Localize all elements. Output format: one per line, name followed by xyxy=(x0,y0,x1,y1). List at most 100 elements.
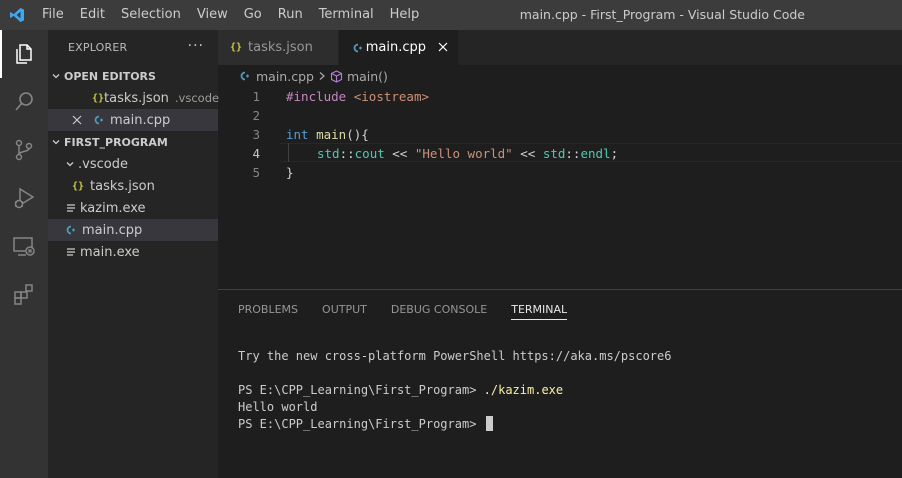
tab-label: main.cpp xyxy=(365,40,426,55)
code-line: 1 #include <iostream> xyxy=(218,87,902,106)
open-editor-label: main.cpp xyxy=(110,112,171,128)
cpp-file-icon xyxy=(92,114,110,126)
tree-item-label: main.exe xyxy=(80,244,140,260)
method-cube-icon xyxy=(330,69,343,83)
tree-item-vscode-folder[interactable]: .vscode xyxy=(48,153,218,175)
open-editor-desc: .vscode xyxy=(174,91,220,105)
namespace-token: std xyxy=(317,146,340,161)
terminal-line: Hello world xyxy=(238,400,318,414)
extensions-icon[interactable] xyxy=(0,270,48,318)
explorer-sidebar: EXPLORER ··· OPEN EDITORS {} tasks.json … xyxy=(48,30,220,478)
menu-help[interactable]: Help xyxy=(382,0,428,30)
tree-item-label: kazim.exe xyxy=(80,200,146,216)
title-bar: File Edit Selection View Go Run Terminal… xyxy=(0,0,902,30)
chevron-right-icon xyxy=(318,69,326,84)
terminal-line: Try the new cross-platform PowerShell ht… xyxy=(238,349,672,363)
punct-token: ; xyxy=(610,146,619,161)
code-line: 5 } xyxy=(218,163,902,182)
line-number: 4 xyxy=(252,146,260,161)
search-icon[interactable] xyxy=(0,78,48,126)
bottom-panel: PROBLEMS OUTPUT DEBUG CONSOLE TERMINAL T… xyxy=(218,289,902,478)
tab-main-cpp[interactable]: main.cpp xyxy=(339,30,459,65)
code-line: 2 xyxy=(218,106,902,125)
tab-label: tasks.json xyxy=(248,40,313,55)
chevron-down-icon xyxy=(48,71,64,81)
json-file-icon: {} xyxy=(72,180,85,192)
terminal-prompt: PS E:\CPP_Learning\First_Program> xyxy=(238,417,484,431)
more-actions-icon[interactable]: ··· xyxy=(188,38,204,54)
tree-item-label: .vscode xyxy=(78,156,128,172)
tab-output[interactable]: OUTPUT xyxy=(322,290,367,328)
breadcrumb-file[interactable]: main.cpp xyxy=(256,69,314,84)
identifier-token: cout xyxy=(354,146,385,161)
line-number: 3 xyxy=(252,127,260,142)
exe-file-icon xyxy=(66,203,80,213)
code-text: int main(){ xyxy=(286,127,369,142)
type-token: int xyxy=(286,127,309,142)
json-file-icon: {} xyxy=(92,92,105,104)
terminal-cursor xyxy=(485,416,493,431)
editor-tabs: {} tasks.json main.cpp xyxy=(218,30,902,65)
activity-bar xyxy=(0,30,48,478)
cpp-file-icon xyxy=(238,70,256,82)
line-number: 5 xyxy=(252,165,260,180)
tree-item-kazim-exe[interactable]: kazim.exe xyxy=(48,197,218,219)
tab-problems[interactable]: PROBLEMS xyxy=(238,290,298,328)
tab-tasks-json[interactable]: {} tasks.json xyxy=(218,30,339,65)
tree-item-main-exe[interactable]: main.exe xyxy=(48,241,218,263)
chevron-down-icon xyxy=(62,159,78,169)
folder-label: FIRST_PROGRAM xyxy=(64,135,168,149)
identifier-token: endl xyxy=(580,146,611,161)
code-line: 4 std::cout << "Hello world" << std::end… xyxy=(218,144,902,163)
tab-terminal[interactable]: TERMINAL xyxy=(511,290,567,328)
open-editor-item-tasks-json[interactable]: {} tasks.json .vscode xyxy=(48,87,220,109)
open-editors-section[interactable]: OPEN EDITORS xyxy=(48,65,218,87)
tree-item-tasks-json[interactable]: {} tasks.json xyxy=(48,175,218,197)
terminal-output[interactable]: Try the new cross-platform PowerShell ht… xyxy=(238,348,671,433)
source-control-icon[interactable] xyxy=(0,126,48,174)
tab-close-icon[interactable] xyxy=(438,40,448,56)
tree-item-label: tasks.json xyxy=(90,178,155,194)
menu-file[interactable]: File xyxy=(34,0,72,30)
tree-item-main-cpp[interactable]: main.cpp xyxy=(48,219,218,241)
string-token: "Hello world" xyxy=(414,146,513,161)
chevron-down-icon xyxy=(48,137,64,147)
cpp-file-icon xyxy=(351,42,366,54)
terminal-line: PS E:\CPP_Learning\First_Program> xyxy=(238,416,671,433)
menu-view[interactable]: View xyxy=(189,0,236,30)
menu-run[interactable]: Run xyxy=(270,0,311,30)
code-editor[interactable]: 1 #include <iostream> 2 3 int main(){ 4 … xyxy=(218,87,902,289)
panel-tabs: PROBLEMS OUTPUT DEBUG CONSOLE TERMINAL xyxy=(218,290,902,328)
remote-explorer-icon[interactable] xyxy=(0,222,48,270)
folder-section[interactable]: FIRST_PROGRAM xyxy=(48,131,218,153)
menu-edit[interactable]: Edit xyxy=(72,0,113,30)
exe-file-icon xyxy=(66,247,80,257)
open-editors-label: OPEN EDITORS xyxy=(64,69,156,83)
terminal-line: PS E:\CPP_Learning\First_Program> ./kazi… xyxy=(238,382,671,399)
line-number: 1 xyxy=(252,89,260,104)
run-debug-icon[interactable] xyxy=(0,174,48,222)
punct-token: (){ xyxy=(346,127,369,142)
code-text: std::cout << "Hello world" << std::endl; xyxy=(317,146,618,161)
breadcrumb-symbol[interactable]: main() xyxy=(347,69,388,84)
terminal-prompt: PS E:\CPP_Learning\First_Program> xyxy=(238,383,484,397)
tab-debug-console[interactable]: DEBUG CONSOLE xyxy=(391,290,487,328)
open-editor-item-main-cpp[interactable]: main.cpp xyxy=(48,109,218,131)
punct-token: :: xyxy=(565,146,581,161)
breadcrumb: main.cpp main() xyxy=(218,65,902,87)
punct-token: :: xyxy=(339,146,355,161)
explorer-icon[interactable] xyxy=(0,30,48,78)
menu-selection[interactable]: Selection xyxy=(113,0,189,30)
close-icon[interactable] xyxy=(72,115,92,125)
tree-item-label: main.cpp xyxy=(82,222,143,238)
menu-bar: File Edit Selection View Go Run Terminal… xyxy=(34,0,427,30)
line-number: 2 xyxy=(252,108,260,123)
code-text: #include <iostream> xyxy=(286,89,429,104)
open-editor-label: tasks.json xyxy=(104,90,169,106)
namespace-token: std xyxy=(542,146,566,161)
menu-terminal[interactable]: Terminal xyxy=(311,0,382,30)
code-line: 3 int main(){ xyxy=(218,125,902,144)
menu-go[interactable]: Go xyxy=(236,0,270,30)
terminal-command: ./kazim.exe xyxy=(483,383,564,397)
json-file-icon: {} xyxy=(230,42,243,53)
